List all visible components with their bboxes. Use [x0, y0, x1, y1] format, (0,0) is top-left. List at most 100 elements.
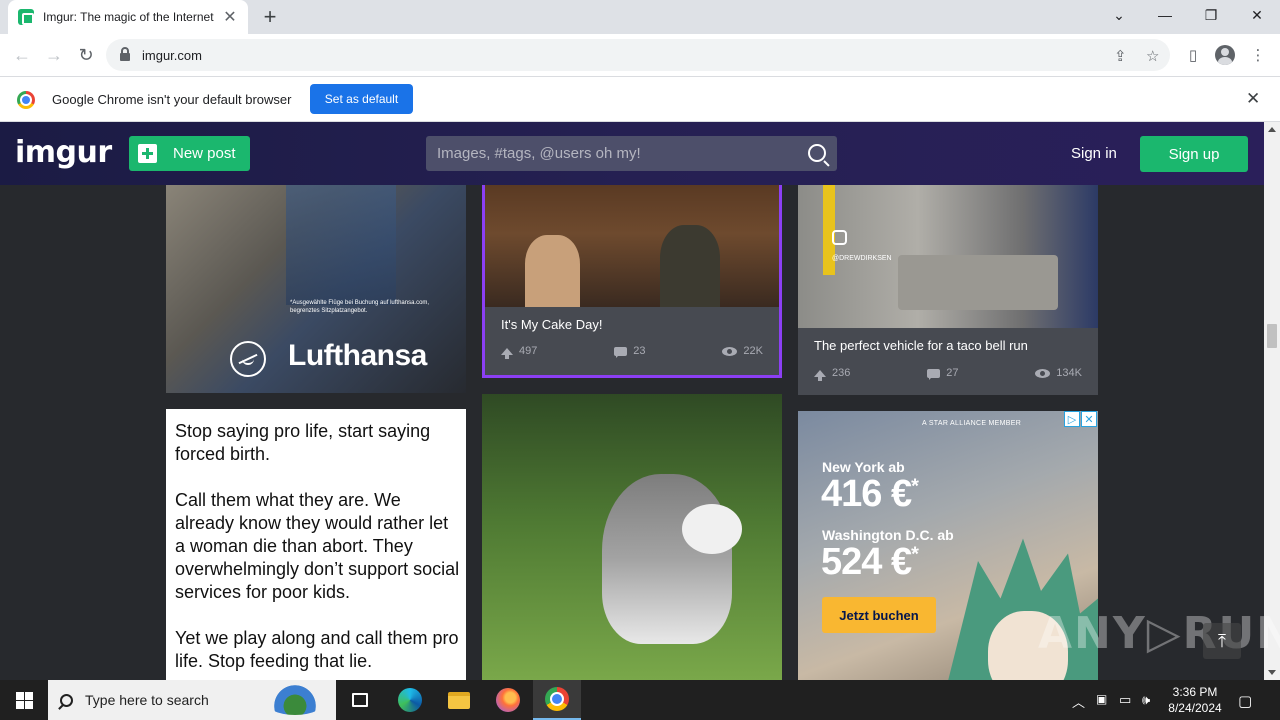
instagram-icon — [832, 230, 847, 245]
book-now-button[interactable]: Jetzt buchen — [822, 597, 936, 633]
post-title: It's My Cake Day! — [501, 317, 603, 332]
upvote-count: 236 — [832, 367, 851, 379]
windows-taskbar: Type here to search ︿ ▣ ▭ 🕪 3:36 PM 8/24… — [0, 680, 1280, 720]
scroll-up-arrow-icon[interactable] — [1268, 127, 1276, 132]
search-icon[interactable] — [808, 144, 826, 162]
taskbar-search-placeholder: Type here to search — [85, 692, 209, 708]
tray-chevron-icon[interactable]: ︿ — [1072, 692, 1085, 711]
firefox-glyph — [496, 688, 520, 712]
view-count: 22K — [743, 345, 763, 357]
page-scrollbar[interactable] — [1264, 122, 1280, 680]
comment-count: 27 — [946, 367, 959, 379]
price-asterisk: * — [911, 543, 919, 566]
upvote-icon — [814, 369, 826, 381]
search-icon — [60, 693, 73, 707]
cart-shape — [898, 255, 1058, 310]
text-post-body: Stop saying pro life, start saying force… — [175, 420, 460, 680]
view-stat: 134K — [1035, 367, 1082, 379]
start-button[interactable] — [0, 680, 48, 720]
instagram-handle: @DREWDIRKSEN — [832, 255, 892, 262]
bookmark-star-icon[interactable]: ☆ — [1146, 47, 1159, 65]
reload-button[interactable]: ↻ — [73, 42, 99, 68]
restore-button[interactable]: ❐ — [1188, 0, 1234, 30]
post-card-puppy[interactable] — [482, 394, 782, 680]
tray-device-icon[interactable]: ▣ — [1096, 692, 1107, 706]
post-stats: 497 23 22K — [501, 345, 763, 359]
infobar-close-icon[interactable]: ✕ — [1246, 89, 1260, 109]
comment-stat: 23 — [614, 345, 646, 358]
imgur-header: imgur New post Sign in Sign up — [0, 122, 1264, 185]
minimize-button[interactable]: — — [1142, 0, 1188, 30]
back-button[interactable]: ← — [9, 42, 35, 68]
edge-glyph — [398, 688, 422, 712]
search-highlight-icon — [264, 685, 326, 715]
search-box[interactable] — [426, 136, 837, 171]
scroll-down-arrow-icon[interactable] — [1268, 670, 1276, 675]
profile-button[interactable] — [1214, 44, 1236, 66]
anyrun-watermark: ANY▷RUN — [1038, 608, 1280, 659]
taskbar-search[interactable]: Type here to search — [48, 680, 336, 720]
folder-glyph — [448, 691, 470, 709]
tab-imgur[interactable]: Imgur: The magic of the Internet ✕ — [8, 0, 248, 34]
lufthansa-crane-icon — [230, 341, 266, 377]
sign-up-button[interactable]: Sign up — [1140, 136, 1248, 172]
url-text[interactable]: imgur.com — [142, 48, 202, 63]
tab-strip: Imgur: The magic of the Internet ✕ + ⌄ —… — [0, 0, 1280, 34]
price-washington: 524 €* — [821, 541, 919, 584]
post-title: The perfect vehicle for a taco bell run — [814, 338, 1028, 353]
forward-button[interactable]: → — [41, 42, 67, 68]
infobar-message: Google Chrome isn't your default browser — [52, 92, 292, 107]
scroll-thumb[interactable] — [1267, 324, 1277, 348]
post-card-taco-bell[interactable]: @DREWDIRKSEN The perfect vehicle for a t… — [798, 185, 1098, 395]
imgur-logo[interactable]: imgur — [15, 135, 112, 170]
lufthansa-ad[interactable]: *Ausgewählte Flüge bei Buchung auf lufth… — [166, 185, 466, 393]
task-view-icon[interactable] — [336, 680, 384, 720]
post-stats: 236 27 134K — [814, 367, 1082, 381]
notification-icon[interactable]: ▢ — [1238, 692, 1252, 710]
chrome-taskbar-icon[interactable] — [533, 680, 581, 720]
plus-icon — [138, 144, 157, 163]
new-post-button[interactable]: New post — [129, 136, 250, 171]
comment-count: 23 — [633, 345, 646, 357]
price-value: 524 € — [821, 541, 912, 583]
comment-icon — [927, 368, 941, 380]
comment-icon — [614, 346, 628, 358]
upvote-stat[interactable]: 236 — [814, 367, 851, 381]
back-to-top-button[interactable]: ⤒ — [1203, 623, 1241, 659]
ad-choices-icon[interactable]: ▷ — [1064, 411, 1080, 427]
set-as-default-button[interactable]: Set as default — [310, 84, 413, 114]
edge-icon[interactable] — [386, 680, 434, 720]
eye-icon — [722, 346, 738, 356]
upvote-stat[interactable]: 497 — [501, 345, 537, 359]
chrome-menu-icon[interactable]: ⋮ — [1247, 44, 1269, 66]
tab-close-icon[interactable]: ✕ — [222, 7, 238, 27]
close-window-button[interactable]: ✕ — [1234, 0, 1280, 30]
new-tab-button[interactable]: + — [258, 5, 282, 29]
search-input[interactable] — [426, 136, 796, 171]
tab-title: Imgur: The magic of the Internet — [43, 10, 214, 24]
ad-close-icon[interactable]: ✕ — [1081, 411, 1097, 427]
file-explorer-icon[interactable] — [435, 680, 483, 720]
tab-search-icon[interactable]: ⌄ — [1096, 0, 1142, 30]
price-new-york: 416 €* — [821, 473, 919, 516]
side-panel-icon[interactable]: ▯ — [1182, 44, 1204, 66]
lufthansa-brand: Lufthansa — [288, 339, 427, 372]
network-icon[interactable]: ▭ — [1119, 692, 1131, 708]
husky-puppy-shape — [602, 474, 732, 644]
new-post-label: New post — [173, 145, 236, 162]
lock-icon[interactable] — [120, 47, 130, 61]
post-card-cake-day[interactable]: It's My Cake Day! 497 23 22K — [482, 185, 782, 378]
text-post-card[interactable]: Stop saying pro life, start saying force… — [166, 409, 466, 680]
chrome-logo-icon — [17, 91, 35, 109]
firefox-icon[interactable] — [484, 680, 532, 720]
sign-in-link[interactable]: Sign in — [1071, 145, 1117, 162]
volume-icon[interactable]: 🕪 — [1142, 692, 1150, 708]
windows-logo-icon — [15, 691, 33, 709]
star-alliance-label: A STAR ALLIANCE MEMBER — [922, 420, 1022, 427]
address-bar[interactable]: imgur.com ⇪ ☆ — [106, 39, 1170, 71]
browser-toolbar: ← → ↻ imgur.com ⇪ ☆ ▯ ⋮ — [0, 34, 1280, 76]
clock[interactable]: 3:36 PM 8/24/2024 — [1162, 684, 1228, 716]
person-shape — [525, 235, 580, 307]
share-icon[interactable]: ⇪ — [1114, 47, 1127, 65]
default-browser-infobar: Google Chrome isn't your default browser… — [0, 76, 1280, 122]
